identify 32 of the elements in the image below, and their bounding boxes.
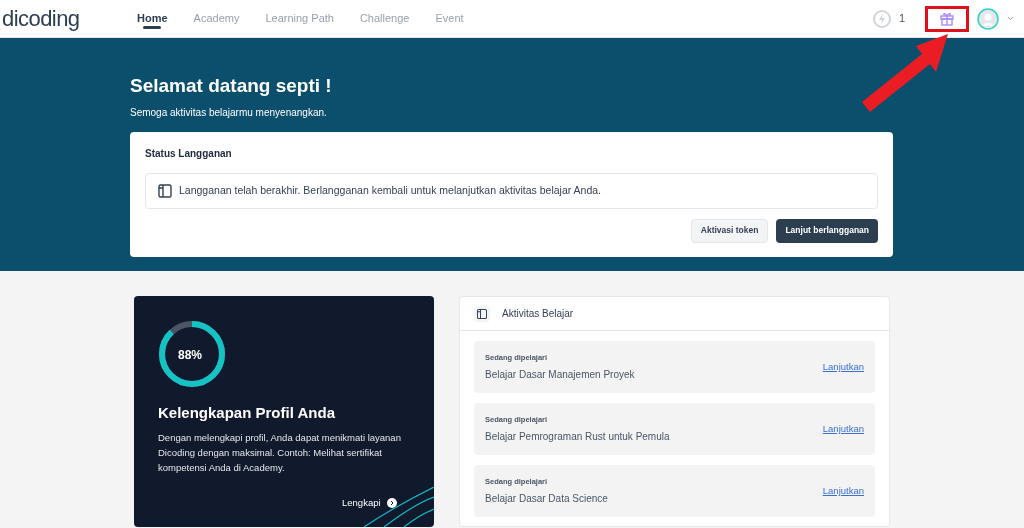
progress-percent: 88%	[178, 347, 203, 364]
nav-tab[interactable]: Event	[435, 0, 464, 37]
chevron-down-icon[interactable]	[1007, 16, 1014, 21]
token-button[interactable]: Aktivasi token	[690, 218, 769, 243]
profile-description: Dengan melengkapi profil, Anda dapat menikmati layanan Dicoding dengan maksimal. Contoh: Melihat sertifikat kompetensi Anda di Academy.	[158, 430, 402, 475]
gift-icon	[939, 10, 955, 27]
nav-tab[interactable]: Home	[137, 0, 168, 37]
hero-title: Selamat datang septi !	[130, 74, 333, 98]
book-icon	[157, 182, 173, 199]
profile-title: Kelengkapan Profil Anda	[158, 403, 336, 423]
panel-title: Aktivitas Belajar	[502, 307, 574, 321]
gift-button[interactable]	[925, 5, 969, 32]
avatar-icon[interactable]	[977, 7, 999, 30]
continue-link[interactable]: Lanjutkan	[822, 359, 864, 375]
continue-link[interactable]: Lanjutkan	[822, 483, 864, 499]
subscribe-button[interactable]: Lanjut berlangganan	[776, 218, 878, 243]
hero-subtitle: Semoga aktivitas belajarmu menyenangkan.	[130, 105, 328, 120]
book-icon	[474, 305, 490, 322]
course-name: Belajar Dasar Data Science	[485, 491, 608, 506]
continue-link[interactable]: Lanjutkan	[822, 421, 864, 437]
lightning-icon	[872, 9, 891, 28]
nav-tab[interactable]: Learning Path	[265, 0, 334, 37]
nav-tab[interactable]: Academy	[193, 0, 240, 37]
complete-profile-link[interactable]: Lengkapi	[342, 496, 397, 511]
card-title: Status Langganan	[145, 146, 233, 161]
arrow-right-circle-icon	[386, 498, 397, 509]
nav-tab[interactable]: Challenge	[359, 0, 410, 37]
logo[interactable]: dicoding	[2, 2, 137, 35]
course-name: Belajar Dasar Manajemen Proyek	[485, 367, 635, 382]
status-message: Langganan telah berakhir. Berlangganan kembali untuk melanjutkan aktivitas belajar Anda.	[179, 182, 602, 198]
course-name: Belajar Pemrograman Rust untuk Pemula	[485, 429, 670, 444]
points-count: 1	[898, 11, 905, 27]
